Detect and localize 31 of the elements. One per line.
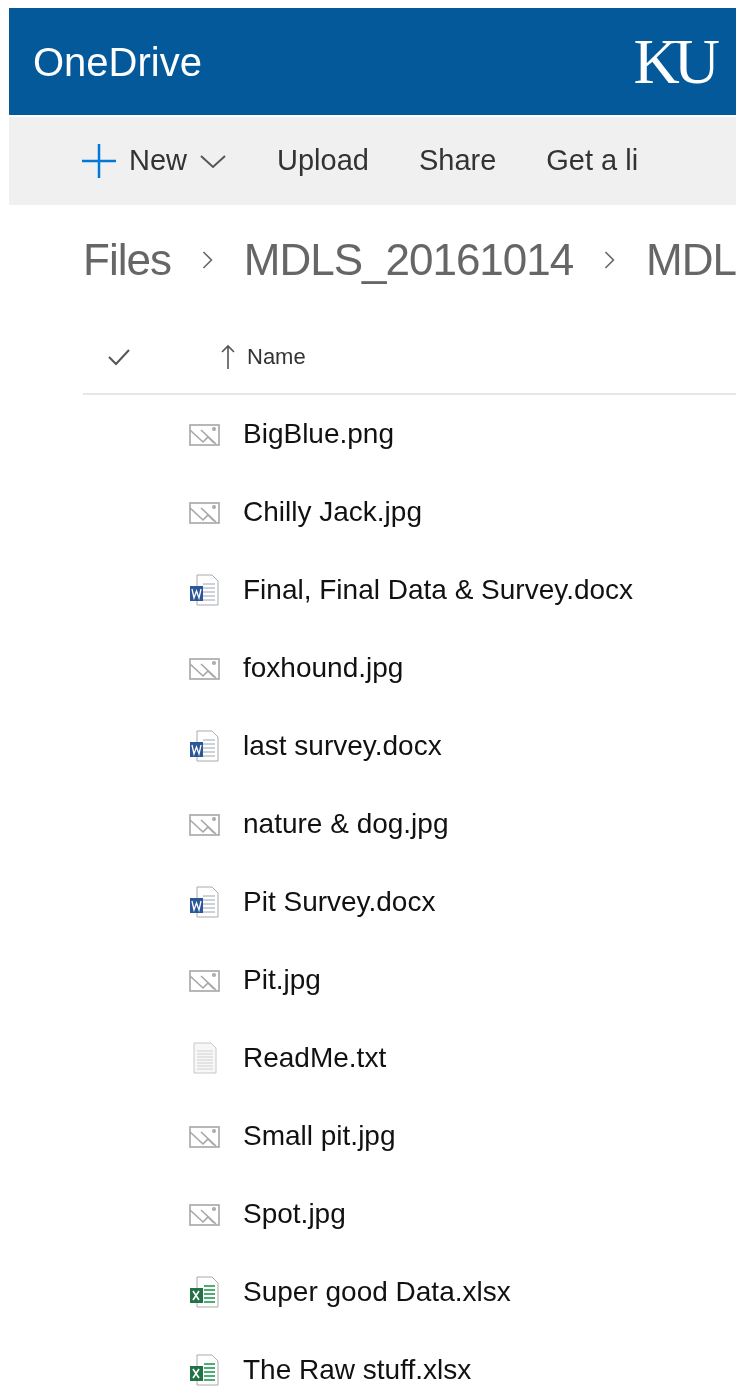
name-column-header[interactable]: Name — [221, 340, 306, 373]
file-name-link[interactable]: Spot.jpg — [243, 1193, 346, 1235]
file-name-link[interactable]: Pit.jpg — [243, 959, 321, 1001]
toolbar-button[interactable]: Upload — [277, 139, 369, 183]
file-name-link[interactable]: Chilly Jack.jpg — [243, 491, 422, 533]
file-name-link[interactable]: BigBlue.png — [243, 413, 394, 455]
file-name-link[interactable]: Small pit.jpg — [243, 1115, 396, 1157]
plus-icon — [81, 143, 117, 179]
word-document-icon — [189, 730, 221, 762]
toolbar-button[interactable]: Get a li — [546, 139, 639, 183]
file-name-link[interactable]: ReadMe.txt — [243, 1037, 387, 1079]
file-name-link[interactable]: foxhound.jpg — [243, 647, 404, 689]
new-menu-button[interactable]: New — [81, 139, 227, 183]
logo: KU — [633, 29, 714, 94]
breadcrumb-link[interactable]: MDL — [646, 227, 736, 293]
select-all-check-icon[interactable] — [107, 347, 131, 366]
file-name-link[interactable]: The Raw stuff.xlsx — [243, 1349, 472, 1391]
app-title[interactable]: OneDrive — [33, 31, 202, 92]
file-name-link[interactable]: Pit Survey.docx — [243, 881, 436, 923]
toolbar-button[interactable]: Share — [418, 139, 497, 183]
spreadsheet-icon — [189, 1276, 221, 1308]
breadcrumb-link[interactable]: Files — [83, 227, 171, 293]
chevron-down-icon — [199, 153, 227, 169]
breadcrumb-link[interactable]: MDLS_20161014 — [243, 227, 574, 293]
file-name-link[interactable]: Final, Final Data & Survey.docx — [243, 569, 634, 611]
file-name-link[interactable]: nature & dog.jpg — [243, 803, 449, 845]
file-name-link[interactable]: last survey.docx — [243, 725, 442, 767]
word-document-icon — [189, 574, 221, 606]
word-document-icon — [189, 886, 221, 918]
spreadsheet-icon — [189, 1354, 221, 1386]
file-name-link[interactable]: Super good Data.xlsx — [243, 1271, 511, 1313]
